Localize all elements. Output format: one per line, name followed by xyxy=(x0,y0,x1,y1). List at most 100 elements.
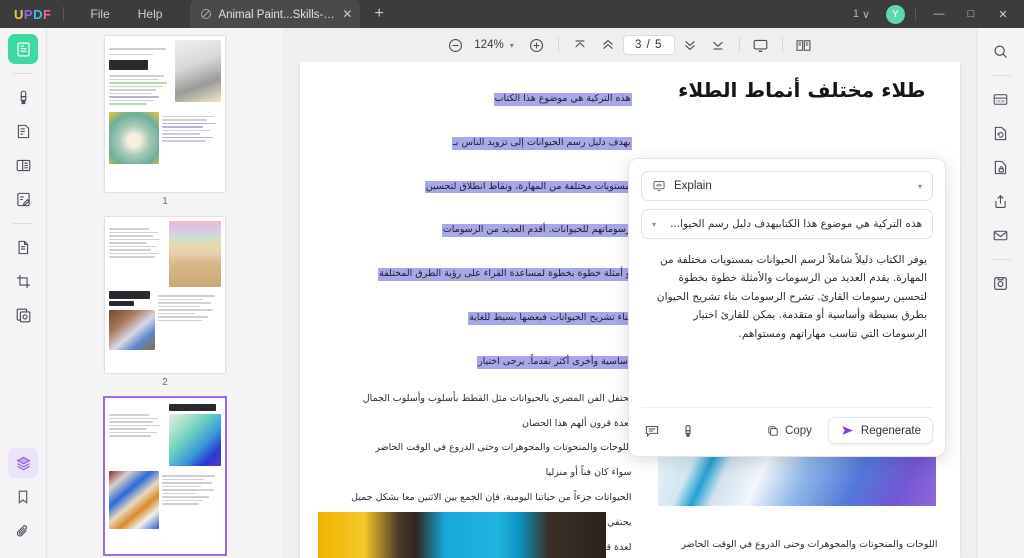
sidebar-item-page-layout[interactable] xyxy=(8,150,38,180)
toolbar-divider-3 xyxy=(781,38,783,52)
sidebar-item-comment[interactable] xyxy=(8,82,38,112)
toolbar-divider-2 xyxy=(738,38,740,52)
rail-divider-1 xyxy=(13,73,33,74)
first-page-icon xyxy=(572,37,588,53)
compare-documents-icon xyxy=(15,307,32,324)
maximize-button[interactable]: □ xyxy=(956,2,986,26)
page-title: طلاء مختلف أنماط الطلاء xyxy=(678,78,926,102)
plain-line: الحيوانات جزءاً من حياتنا اليومية، فإن ا… xyxy=(320,491,632,505)
presentation-mode-button[interactable] xyxy=(748,32,774,58)
sidebar-item-crop[interactable] xyxy=(8,266,38,296)
highlight-button[interactable] xyxy=(677,420,699,442)
ocr-icon: OCR xyxy=(992,91,1009,108)
last-page-button[interactable] xyxy=(705,32,731,58)
sidebar-item-bookmark[interactable] xyxy=(8,482,38,512)
plain-line: اللوحات والمنحوتات والمجوهرات وحتى الدرو… xyxy=(320,442,632,455)
chevron-down-icon: ▾ xyxy=(917,181,922,191)
page-organize-icon xyxy=(15,239,32,256)
right-toolbar-rail: OCR xyxy=(976,28,1024,558)
ai-assistant-panel: Explain ▾ هذه التركية هي موضوع هذا الكتا… xyxy=(628,158,946,457)
next-page-button[interactable] xyxy=(677,32,703,58)
thumbnail-preview xyxy=(105,36,225,192)
ai-mode-dropdown[interactable]: Explain ▾ xyxy=(641,171,933,201)
page-number-input[interactable]: 3 / 5 xyxy=(622,35,675,55)
previous-page-button[interactable] xyxy=(595,32,621,58)
selected-text: بناء تشريح الحيوانات فبعضها بسيط للغاية xyxy=(468,312,632,325)
window-controls-divider xyxy=(915,7,916,21)
document-tab[interactable]: Animal Paint...Skills-ar 自用* ✕ xyxy=(190,0,361,28)
page-layout-icon xyxy=(15,157,32,174)
edit-document-icon xyxy=(15,123,32,140)
thumbnail-page-3[interactable] xyxy=(103,396,227,556)
titlebar-right-controls: 1 ∨ Y — □ ✕ xyxy=(847,2,1024,26)
rail-divider-2 xyxy=(13,223,33,224)
zoom-level[interactable]: 124% xyxy=(470,39,507,51)
minimize-button[interactable]: — xyxy=(924,2,954,26)
thumbnail-page-1[interactable] xyxy=(105,36,225,192)
sidebar-item-convert[interactable] xyxy=(986,118,1016,148)
sidebar-item-search[interactable] xyxy=(986,36,1016,66)
body-text: يحتفل الفن المصري بالحيوانات مثل القطط ب… xyxy=(362,392,632,404)
sidebar-item-layers[interactable] xyxy=(8,448,38,478)
layers-icon xyxy=(15,455,32,472)
first-page-button[interactable] xyxy=(567,32,593,58)
sidebar-item-attachment[interactable] xyxy=(8,516,38,546)
zoom-out-button[interactable] xyxy=(442,32,468,58)
sidebar-item-organize[interactable] xyxy=(8,232,38,262)
sidebar-item-compare[interactable] xyxy=(8,300,38,330)
sidebar-item-protect[interactable] xyxy=(986,152,1016,182)
rail-bottom-group xyxy=(8,448,38,558)
file-menu[interactable]: File xyxy=(76,3,123,25)
sidebar-item-form[interactable] xyxy=(8,184,38,214)
help-menu[interactable]: Help xyxy=(124,3,177,25)
zoom-in-button[interactable] xyxy=(524,32,550,58)
ai-footer-actions: Copy Regenerate xyxy=(758,417,933,444)
document-reader-icon xyxy=(15,41,32,58)
plain-line: لعدة قرون ألهم هذا الحصان xyxy=(320,418,632,431)
regenerate-send-icon xyxy=(840,423,855,438)
close-window-button[interactable]: ✕ xyxy=(988,2,1018,26)
svg-text:OCR: OCR xyxy=(996,98,1005,103)
ai-explain-icon xyxy=(652,179,666,193)
titlebar-divider xyxy=(63,7,65,21)
add-note-button[interactable] xyxy=(641,420,663,442)
dual-page-view-icon xyxy=(795,37,812,54)
protect-lock-icon xyxy=(992,159,1009,176)
sidebar-item-email[interactable] xyxy=(986,220,1016,250)
footer-text: اللوحات والمنحوتات والمجوهرات وحتى الدرو… xyxy=(681,539,938,551)
selected-line: هذه التركية هي موضوع هذا الكتاب xyxy=(320,86,632,118)
paint-buckets-image xyxy=(317,512,606,558)
last-page-icon xyxy=(710,37,726,53)
sidebar-item-save[interactable] xyxy=(986,268,1016,298)
body-text: الحيوانات جزءاً من حياتنا اليومية، فإن ا… xyxy=(351,491,632,503)
page-text-column[interactable]: هذه التركية هي موضوع هذا الكتاب يهدف دلي… xyxy=(320,86,632,558)
toolbar-divider-1 xyxy=(557,38,559,52)
page-footer-text: اللوحات والمنحوتات والمجوهرات وحتى الدرو… xyxy=(638,539,938,552)
copy-button[interactable]: Copy xyxy=(758,419,820,443)
avatar[interactable]: Y xyxy=(886,4,905,24)
highlighter-marker-icon xyxy=(15,89,32,106)
selected-text: هذه التركية هي موضوع هذا الكتاب xyxy=(493,93,632,106)
ai-source-dropdown[interactable]: هذه التركية هي موضوع هذا الكتابيهدف دليل… xyxy=(641,209,933,239)
left-toolbar-rail xyxy=(0,28,47,558)
sidebar-item-reader[interactable] xyxy=(8,34,38,64)
thumbnail-preview xyxy=(105,217,225,373)
form-fill-icon xyxy=(15,191,32,208)
sidebar-item-edit-pdf[interactable] xyxy=(8,116,38,146)
regenerate-button[interactable]: Regenerate xyxy=(827,417,933,444)
presentation-mode-icon xyxy=(752,37,769,54)
chevron-down-icon[interactable]: ▾ xyxy=(510,41,514,50)
sidebar-item-share[interactable] xyxy=(986,186,1016,216)
thumbnail-page-2[interactable] xyxy=(105,217,225,373)
title-bar: UPDF File Help Animal Paint...Skills-ar … xyxy=(0,0,1024,28)
view-mode-button[interactable] xyxy=(791,32,817,58)
chevron-down-icon: ∨ xyxy=(861,8,870,21)
body-text: اللوحات والمنحوتات والمجوهرات وحتى الدرو… xyxy=(375,442,632,454)
sidebar-item-ocr[interactable]: OCR xyxy=(986,84,1016,114)
close-icon[interactable]: ✕ xyxy=(342,8,352,20)
next-page-icon xyxy=(682,37,698,53)
page-thumbnail-panel[interactable]: 1 2 xyxy=(47,28,283,558)
account-switcher[interactable]: 1 ∨ xyxy=(847,5,876,24)
new-tab-button[interactable]: + xyxy=(374,5,383,23)
share-upload-icon xyxy=(992,193,1009,210)
